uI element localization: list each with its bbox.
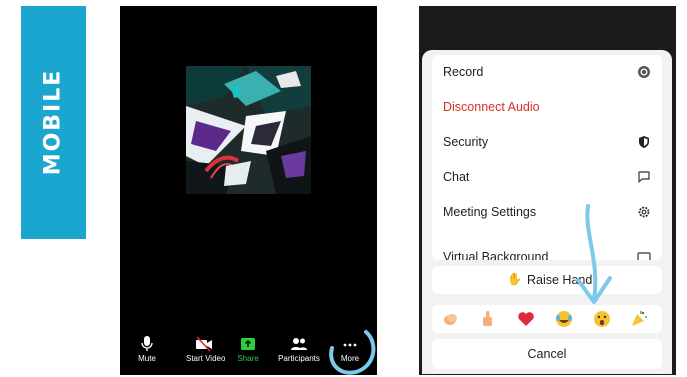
meeting-screen: Mute Start Video Share Participants More xyxy=(120,6,377,375)
tada-reaction-icon[interactable] xyxy=(629,309,649,329)
menu-item-chat[interactable]: Chat xyxy=(432,160,662,195)
video-off-icon xyxy=(186,336,222,352)
share-button[interactable]: Share xyxy=(235,336,261,363)
reactions-bar xyxy=(432,305,662,333)
clap-reaction-icon[interactable] xyxy=(441,309,461,329)
mute-label: Mute xyxy=(138,354,156,363)
raise-hand-button[interactable]: ✋ Raise Hand xyxy=(432,266,662,294)
virtual-background-label: Virtual Background xyxy=(443,250,549,260)
cancel-button[interactable]: Cancel xyxy=(432,339,662,369)
annotation-arrow xyxy=(576,204,612,304)
cancel-label: Cancel xyxy=(527,347,567,361)
share-icon xyxy=(235,336,261,352)
heart-reaction-icon[interactable] xyxy=(516,309,536,329)
thumbs-up-reaction-icon[interactable] xyxy=(478,309,498,329)
shield-icon xyxy=(639,136,649,148)
participant-video-thumbnail xyxy=(186,66,311,194)
mute-button[interactable]: Mute xyxy=(134,336,160,363)
record-icon xyxy=(638,66,650,78)
meeting-settings-label: Meeting Settings xyxy=(443,205,537,219)
participants-label: Participants xyxy=(278,354,320,363)
image-icon xyxy=(637,252,651,260)
open-mouth-reaction-icon[interactable] xyxy=(592,309,612,329)
start-video-label: Start Video xyxy=(186,354,226,363)
highlight-circle xyxy=(329,330,376,375)
mobile-label: MOBILE xyxy=(40,68,66,176)
start-video-button[interactable]: Start Video xyxy=(186,336,226,363)
menu-item-disconnect-audio[interactable]: Disconnect Audio xyxy=(432,90,662,125)
menu-item-meeting-settings[interactable]: Meeting Settings xyxy=(432,195,662,230)
menu-item-record[interactable]: Record xyxy=(432,55,662,90)
chat-label: Chat xyxy=(443,170,470,184)
joy-reaction-icon[interactable] xyxy=(554,309,574,329)
security-label: Security xyxy=(443,135,489,149)
menu-item-security[interactable]: Security xyxy=(432,125,662,160)
participants-icon xyxy=(276,336,322,352)
record-label: Record xyxy=(443,65,484,79)
participants-button[interactable]: Participants xyxy=(276,336,322,363)
raised-hand-icon: ✋ xyxy=(507,272,522,286)
chat-bubble-icon xyxy=(638,171,650,183)
action-sheet: Record Disconnect Audio Security Chat Me… xyxy=(422,50,672,374)
gear-icon xyxy=(638,206,650,218)
more-menu-screen: Record Disconnect Audio Security Chat Me… xyxy=(419,6,676,375)
share-label: Share xyxy=(237,354,259,363)
microphone-icon xyxy=(134,336,160,352)
more-menu: Record Disconnect Audio Security Chat Me… xyxy=(432,55,662,260)
disconnect-audio-label: Disconnect Audio xyxy=(443,100,540,114)
menu-item-virtual-background[interactable]: Virtual Background xyxy=(432,230,662,260)
